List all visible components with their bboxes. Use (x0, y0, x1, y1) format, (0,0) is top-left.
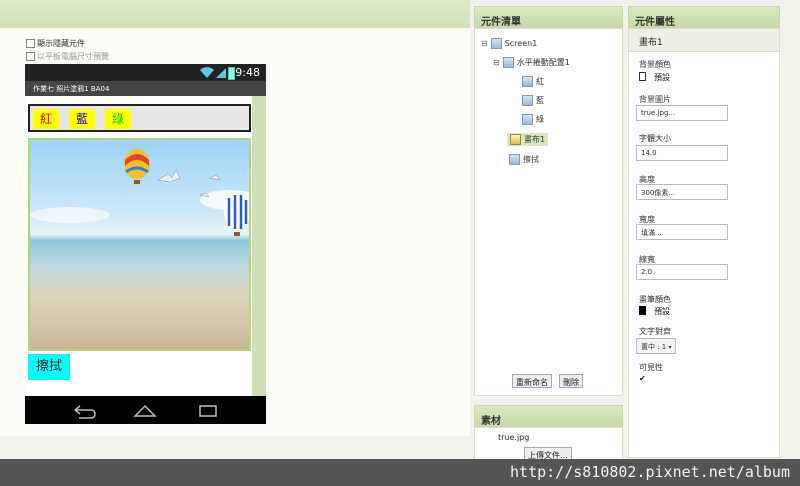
screen-icon (490, 38, 502, 49)
bg-image-label: 背景圖片 (639, 95, 671, 104)
text-align-select[interactable]: 置中 : 1 ▾ (636, 338, 676, 354)
back-icon[interactable] (74, 405, 96, 419)
tree-item-label: 綠 (536, 115, 544, 124)
collapse-icon[interactable]: ⊟ (481, 39, 488, 48)
bg-color-value[interactable]: 預設 (654, 72, 670, 83)
hot-air-balloon-1 (124, 149, 150, 184)
tree-item-red[interactable]: 紅 (522, 76, 544, 87)
button-icon (522, 76, 533, 87)
rename-button[interactable]: 重新命名 (512, 374, 552, 388)
checkbox-box[interactable] (26, 52, 35, 61)
nav-icons (74, 404, 217, 419)
red-button[interactable]: 紅 (33, 109, 59, 129)
paint-color-value[interactable]: 預設 (654, 306, 670, 317)
tablet-preview-checkbox[interactable]: 以平板電腦尺寸預覽 (26, 51, 109, 62)
blue-button[interactable]: 藍 (69, 109, 95, 129)
width-input[interactable]: 填滿... (636, 224, 728, 240)
properties-panel: 畫布1 背景顏色 預設 背景圖片 true.jpg... 字體大小 14.0 高… (628, 28, 780, 458)
media-header: 素材 (474, 405, 623, 427)
signal-icon (216, 68, 226, 78)
tree-item-erase[interactable]: 擦拭 (509, 154, 539, 165)
recent-apps-icon[interactable] (199, 405, 217, 417)
components-title: 元件清單 (481, 17, 521, 28)
erase-button[interactable]: 擦拭 (28, 354, 70, 380)
hot-air-balloon-2 (224, 194, 249, 236)
dropdown-arrow-icon: ▾ (668, 344, 672, 351)
canvas-background-image (30, 149, 249, 236)
text-align-value: 置中 : 1 (641, 343, 667, 351)
properties-title: 元件屬性 (635, 17, 675, 28)
android-nav-bar (25, 396, 266, 424)
font-size-label: 字體大小 (639, 134, 671, 143)
drawing-canvas[interactable] (28, 138, 251, 351)
media-title: 素材 (481, 416, 501, 427)
tree-item-label: 畫布1 (524, 135, 546, 144)
home-icon[interactable] (133, 404, 157, 417)
components-header: 元件清單 (474, 6, 623, 28)
canvas-icon (510, 134, 521, 145)
screen-scrollbar[interactable] (252, 96, 266, 396)
tree-item-hscroll[interactable]: ⊟ 水平捲動配置1 (493, 57, 570, 68)
battery-icon (228, 67, 235, 80)
bg-color-label: 背景顏色 (639, 60, 671, 69)
line-width-input[interactable]: 2.0 (636, 264, 728, 280)
properties-header: 元件屬性 (628, 6, 780, 28)
button-icon (522, 114, 533, 125)
watermark-text: http://s810802.pixnet.net/album (0, 459, 800, 486)
delete-button[interactable]: 刪除 (559, 374, 583, 388)
paint-color-label: 畫筆顏色 (639, 295, 671, 304)
tree-item-label: 擦拭 (523, 155, 539, 164)
tree-item-green[interactable]: 綠 (522, 114, 544, 125)
horizontal-arrangement[interactable]: 紅 藍 綠 (28, 104, 251, 132)
text-align-label: 文字對齊 (639, 327, 671, 336)
tree-item-label: 紅 (536, 77, 544, 86)
tree-item-canvas[interactable]: 畫布1 (507, 133, 549, 146)
screen-title: 作業七 照片塗鴉1 BA04 (25, 81, 266, 96)
viewer-header (0, 0, 470, 28)
tree-item-screen1[interactable]: ⊟ Screen1 (481, 38, 537, 49)
button-icon (522, 95, 533, 106)
tree-item-blue[interactable]: 藍 (522, 95, 544, 106)
wifi-icon (200, 67, 214, 78)
checkbox-box[interactable] (26, 39, 35, 48)
components-panel: ⊟ Screen1 ⊟ 水平捲動配置1 紅 藍 綠 畫布1 擦拭 重新命名 刪除 (474, 28, 623, 396)
bg-image-input[interactable]: true.jpg... (636, 105, 728, 121)
seagull-icon (157, 169, 181, 183)
show-hidden-label: 顯示隱藏元件 (37, 39, 85, 48)
visible-checkbox[interactable]: ✔ (639, 374, 646, 383)
tree-item-label: 藍 (536, 96, 544, 105)
arrangement-icon (502, 57, 514, 68)
phone-preview: 9:48 作業七 照片塗鴉1 BA04 紅 藍 綠 擦拭 (25, 64, 266, 424)
tree-item-label: Screen1 (504, 39, 538, 48)
media-panel: true.jpg 上傳文件... (474, 427, 623, 462)
paint-color-swatch[interactable] (639, 306, 646, 315)
visible-label: 可見性 (639, 363, 663, 372)
collapse-icon[interactable]: ⊟ (493, 58, 500, 67)
button-icon (509, 154, 520, 165)
selected-component-bar: 畫布1 (629, 29, 779, 52)
app-screen: 紅 藍 綠 擦拭 (25, 96, 266, 396)
height-input[interactable]: 300像素... (636, 184, 728, 200)
media-file-item[interactable]: true.jpg (498, 433, 529, 442)
tree-item-label: 水平捲動配置1 (516, 58, 570, 67)
show-hidden-checkbox[interactable]: 顯示隱藏元件 (26, 38, 85, 49)
green-button[interactable]: 綠 (105, 109, 131, 129)
bg-color-swatch[interactable] (639, 72, 646, 81)
seagull-icon (209, 174, 221, 181)
tablet-preview-label: 以平板電腦尺寸預覽 (37, 52, 109, 61)
font-size-input[interactable]: 14.0 (636, 145, 728, 161)
status-bar: 9:48 (25, 64, 266, 81)
selected-component-name: 畫布1 (639, 38, 663, 48)
status-time: 9:48 (235, 66, 260, 79)
